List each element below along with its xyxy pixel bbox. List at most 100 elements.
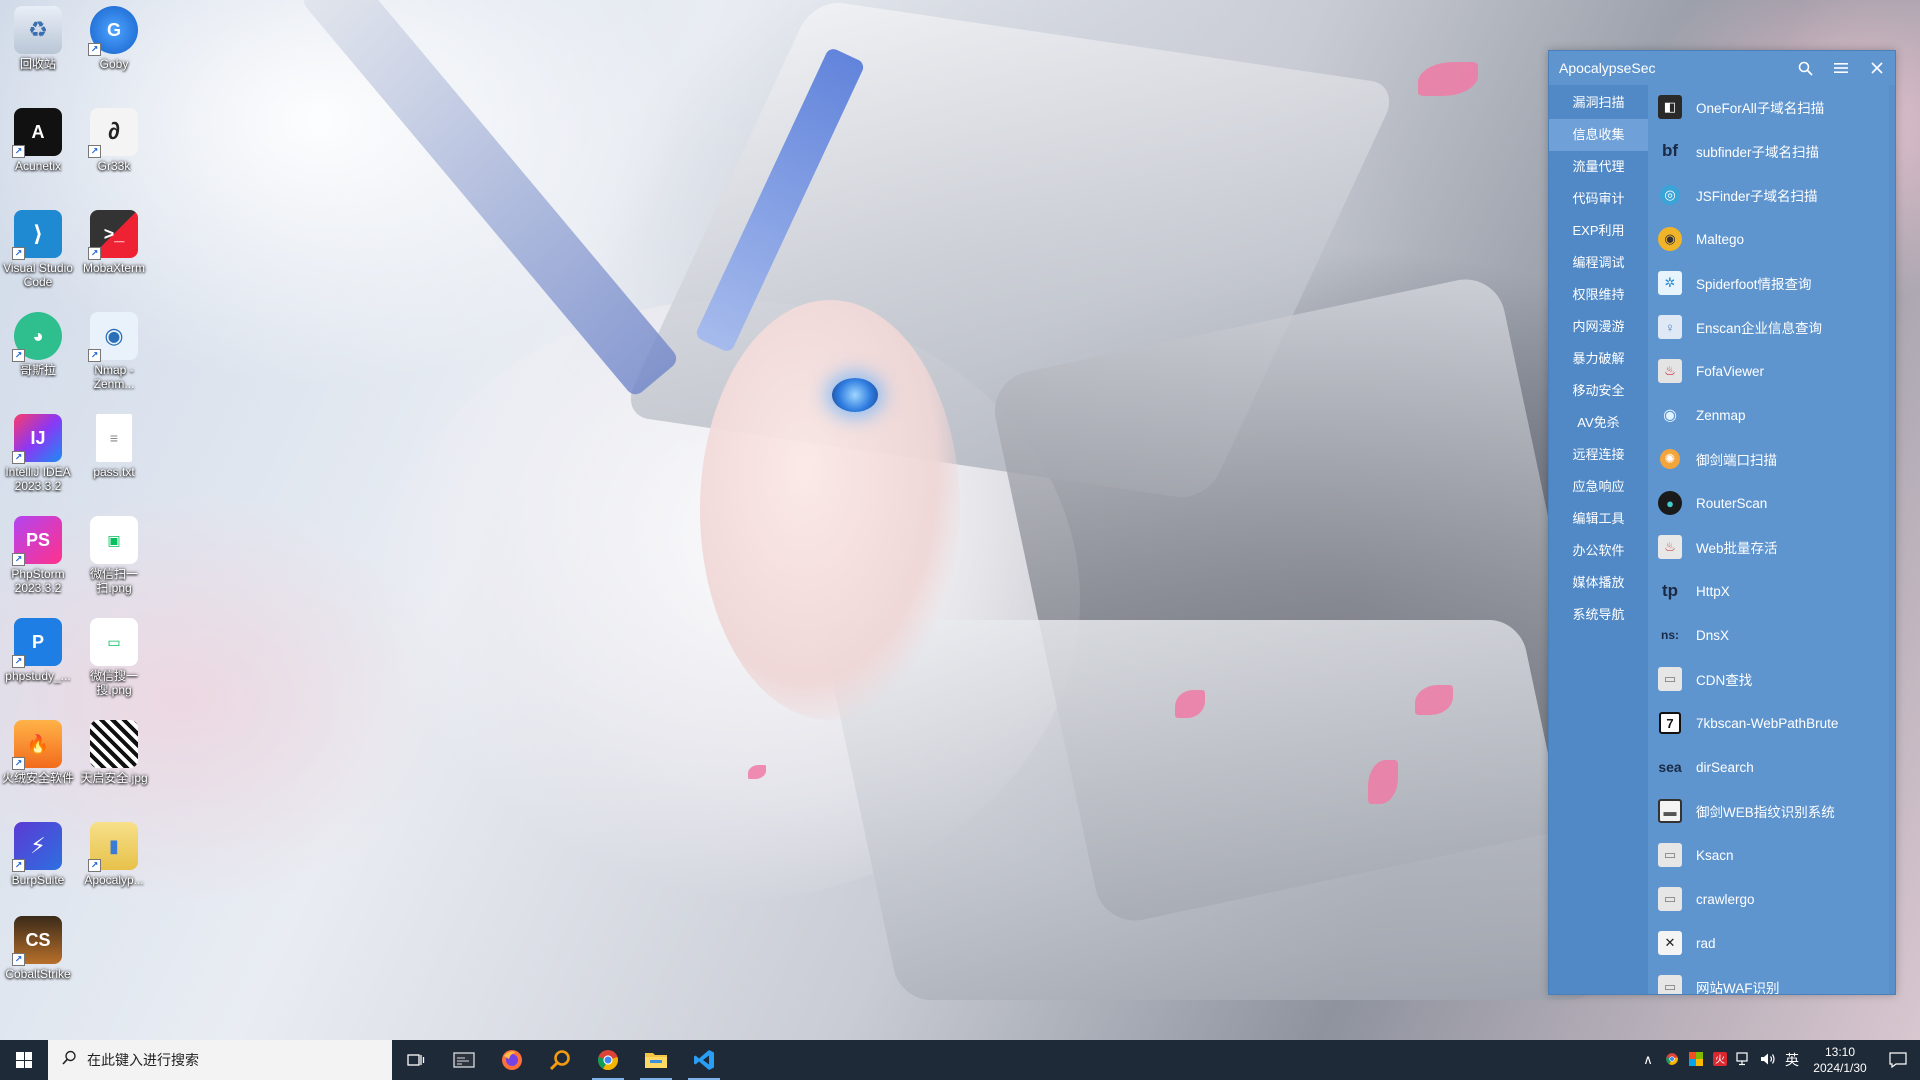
close-icon[interactable] xyxy=(1859,51,1895,85)
volume-icon[interactable] xyxy=(1756,1052,1780,1069)
tool-item[interactable]: ♀ Enscan企业信息查询 xyxy=(1648,305,1895,349)
antivirus-tray-icon[interactable]: 火 xyxy=(1708,1051,1732,1069)
tool-label: rad xyxy=(1696,935,1716,951)
tool-label: JSFinder子域名扫描 xyxy=(1696,189,1818,204)
colorful-app-tray-icon[interactable] xyxy=(1684,1051,1708,1069)
tool-item[interactable]: sea dirSearch xyxy=(1648,745,1895,789)
clock[interactable]: 13:10 2024/1/30 xyxy=(1804,1044,1876,1076)
desktop-icon-wechat-search[interactable]: ▭ 微信搜一搜.png xyxy=(76,614,152,697)
file-explorer-icon xyxy=(645,1053,667,1068)
notification-center-button[interactable] xyxy=(1876,1040,1920,1080)
category-code-audit[interactable]: 代码审计 xyxy=(1549,183,1648,215)
desktop-icon-label: BurpSuite xyxy=(11,873,65,887)
taskbar-firefox[interactable] xyxy=(488,1040,536,1080)
category-system-nav[interactable]: 系统导航 xyxy=(1549,599,1648,631)
category-office[interactable]: 办公软件 xyxy=(1549,535,1648,567)
taskbar-terminal[interactable] xyxy=(440,1040,488,1080)
desktop-icon-godzilla[interactable]: ◕ ↗ 哥斯拉 xyxy=(0,308,76,377)
tool-item[interactable]: ✲ Spiderfoot情报查询 xyxy=(1648,261,1895,305)
category-editors[interactable]: 编辑工具 xyxy=(1549,503,1648,535)
tool-list: ◧ OneForAll子域名扫描 bf subfinder子域名扫描 ◎ JSF… xyxy=(1648,85,1895,994)
category-incident[interactable]: 应急响应 xyxy=(1549,471,1648,503)
taskbar-chrome[interactable] xyxy=(584,1040,632,1080)
desktop-icon-label: Visual Studio Code xyxy=(3,261,73,289)
tool-item[interactable]: ◉ Maltego xyxy=(1648,217,1895,261)
category-debug[interactable]: 编程调试 xyxy=(1549,247,1648,279)
hamburger-icon[interactable] xyxy=(1823,51,1859,85)
desktop-icon-gr33k[interactable]: ∂ ↗ Gr33k xyxy=(76,104,152,173)
category-sidebar: 漏洞扫描 信息收集 流量代理 代码审计 EXP利用 编程调试 权限维持 内网漫游… xyxy=(1549,85,1648,994)
tool-label: Web批量存活 xyxy=(1696,541,1778,556)
desktop-icon-mobaxterm[interactable]: >_ ↗ MobaXterm xyxy=(76,206,152,275)
tool-item[interactable]: ◉ Zenmap xyxy=(1648,393,1895,437)
desktop-icon-intellij[interactable]: IJ ↗ IntelliJ IDEA 2023.3.2 xyxy=(0,410,76,493)
taskbar-search-box[interactable]: 在此键入进行搜索 xyxy=(48,1040,392,1080)
category-mobile[interactable]: 移动安全 xyxy=(1549,375,1648,407)
taskbar-vscode[interactable] xyxy=(680,1040,728,1080)
category-av-evasion[interactable]: AV免杀 xyxy=(1549,407,1648,439)
desktop-icon-goby[interactable]: G ↗ Goby xyxy=(76,2,152,71)
tool-item[interactable]: tp HttpX xyxy=(1648,569,1895,613)
category-vuln-scan[interactable]: 漏洞扫描 xyxy=(1549,87,1648,119)
tool-label: crawlergo xyxy=(1696,891,1755,907)
taskbar-file-explorer[interactable] xyxy=(632,1040,680,1080)
tool-item[interactable]: ▭ crawlergo xyxy=(1648,877,1895,921)
tool-item[interactable]: ♨ Web批量存活 xyxy=(1648,525,1895,569)
cobaltstrike-icon: CS ↗ xyxy=(12,916,62,966)
tool-item[interactable]: ◎ JSFinder子域名扫描 xyxy=(1648,173,1895,217)
tool-item[interactable]: ✕ rad xyxy=(1648,921,1895,965)
desktop-icon-wechat-scan[interactable]: ▣ 微信扫一扫.png xyxy=(76,512,152,595)
tool-item[interactable]: ns: DnsX xyxy=(1648,613,1895,657)
task-view-icon xyxy=(407,1054,425,1066)
tool-item[interactable]: ▬ 御剑WEB指纹识别系统 xyxy=(1648,789,1895,833)
task-view-button[interactable] xyxy=(392,1040,440,1080)
desktop-icon-phpstorm[interactable]: PS ↗ PhpStorm 2023.3.2 xyxy=(0,512,76,595)
tool-item[interactable]: ▭ Ksacn xyxy=(1648,833,1895,877)
tool-item[interactable]: 7 7kbscan-WebPathBrute xyxy=(1648,701,1895,745)
start-button[interactable] xyxy=(0,1040,48,1080)
tool-item[interactable]: ◧ OneForAll子域名扫描 xyxy=(1648,85,1895,129)
desktop-icon-label: 微信扫一扫.png xyxy=(89,567,138,595)
category-persistence[interactable]: 权限维持 xyxy=(1549,279,1648,311)
tool-label: Enscan企业信息查询 xyxy=(1696,321,1823,336)
tool-item[interactable]: ✺ 御剑端口扫描 xyxy=(1648,437,1895,481)
desktop-icon-huorong[interactable]: 🔥 ↗ 火绒安全软件 xyxy=(0,716,76,785)
tool-item[interactable]: ▭ CDN查找 xyxy=(1648,657,1895,701)
chevron-up-icon[interactable]: ∧ xyxy=(1636,1052,1660,1068)
desktop-icon-nmap[interactable]: ◉ ↗ Nmap - Zenm... xyxy=(76,308,152,391)
vscode-icon: ⟩ ↗ xyxy=(12,210,62,260)
search-icon[interactable] xyxy=(1787,51,1823,85)
desktop-icon-acunetix[interactable]: A ↗ Acunetix xyxy=(0,104,76,173)
chrome-tray-icon[interactable] xyxy=(1660,1052,1684,1069)
desktop-icon-tianqi-jpg[interactable]: 天启安全.jpg xyxy=(76,716,152,785)
desktop-icon-vscode[interactable]: ⟩ ↗ Visual Studio Code xyxy=(0,206,76,289)
input-method-indicator[interactable]: 英 xyxy=(1780,1050,1804,1070)
category-traffic-proxy[interactable]: 流量代理 xyxy=(1549,151,1648,183)
tool-item[interactable]: ▭ 网站WAF识别 xyxy=(1648,965,1895,994)
cdn-finder-icon: ▭ xyxy=(1658,667,1682,691)
desktop-icon-pass-txt[interactable]: ≡ pass.txt xyxy=(76,410,152,479)
category-remote[interactable]: 远程连接 xyxy=(1549,439,1648,471)
window-titlebar[interactable]: ApocalypseSec xyxy=(1549,51,1895,85)
category-lateral[interactable]: 内网漫游 xyxy=(1549,311,1648,343)
desktop-icon-recycle-bin[interactable]: ♻ 回收站 xyxy=(0,2,76,71)
category-media[interactable]: 媒体播放 xyxy=(1549,567,1648,599)
acunetix-icon: A ↗ xyxy=(12,108,62,158)
tool-item[interactable]: bf subfinder子域名扫描 xyxy=(1648,129,1895,173)
desktop-icon-label: 哥斯拉 xyxy=(19,363,56,377)
desktop-icon-phpstudy[interactable]: P ↗ phpstudy_... xyxy=(0,614,76,683)
desktop-icon-label: 火绒安全软件 xyxy=(1,771,74,785)
desktop-icon-cobaltstrike[interactable]: CS ↗ CobaltStrike xyxy=(0,912,76,981)
crawlergo-icon: ▭ xyxy=(1658,887,1682,911)
tool-item[interactable]: ● RouterScan xyxy=(1648,481,1895,525)
tool-item[interactable]: ♨ FofaViewer xyxy=(1648,349,1895,393)
category-exp[interactable]: EXP利用 xyxy=(1549,215,1648,247)
category-info-gathering[interactable]: 信息收集 xyxy=(1549,119,1648,151)
desktop-icon-burpsuite[interactable]: ⚡ ↗ BurpSuite xyxy=(0,818,76,887)
desktop-icon-apocalypse[interactable]: ▮ ↗ Apocalyp... xyxy=(76,818,152,887)
taskbar-search-tool[interactable] xyxy=(536,1040,584,1080)
network-icon[interactable] xyxy=(1732,1051,1756,1069)
category-bruteforce[interactable]: 暴力破解 xyxy=(1549,343,1648,375)
svg-text:火: 火 xyxy=(1715,1054,1725,1066)
window-scrollbar[interactable] xyxy=(1889,85,1895,994)
